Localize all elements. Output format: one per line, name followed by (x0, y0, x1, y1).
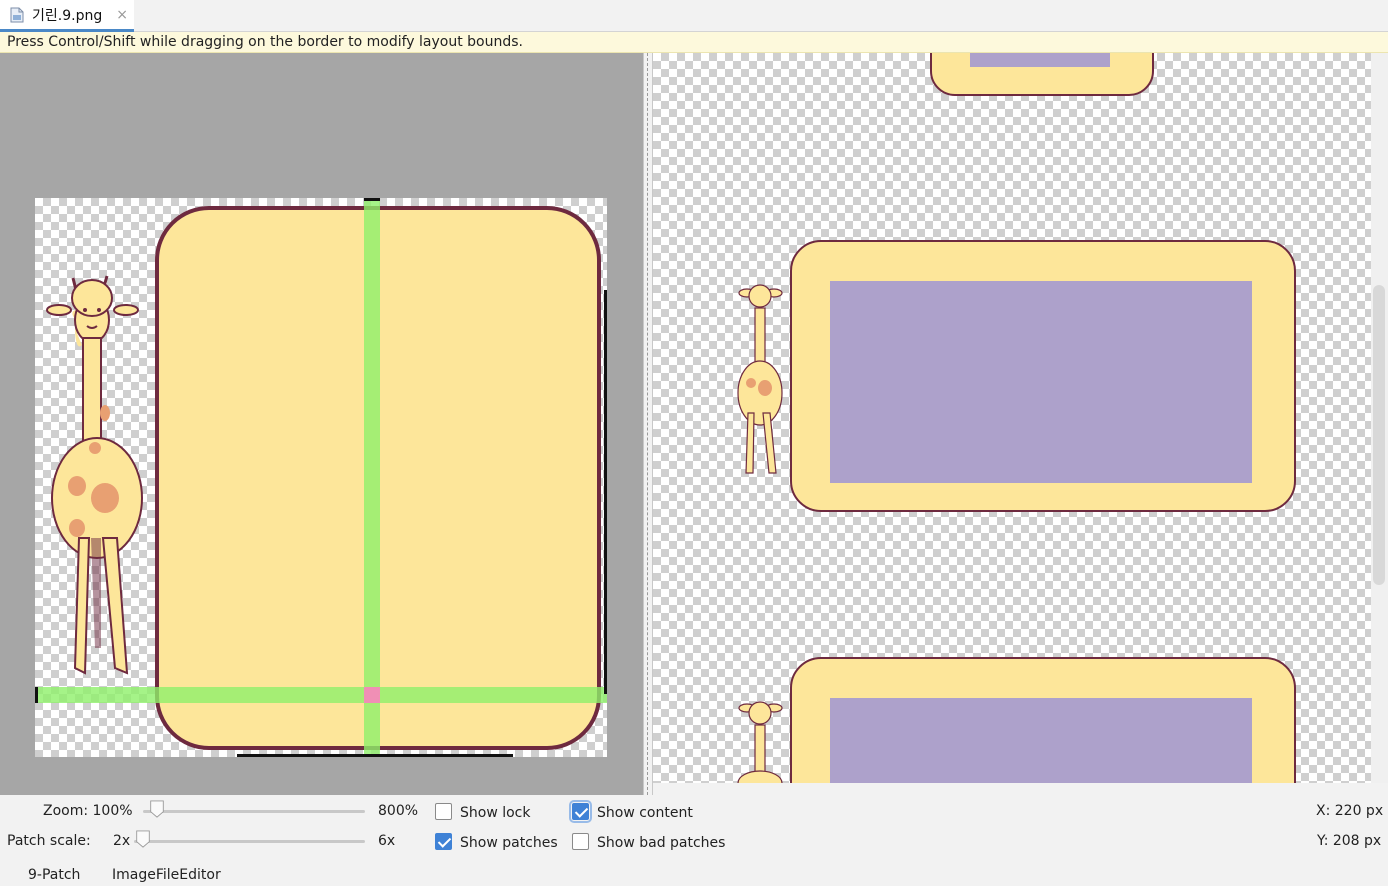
tab-title: 기린.9.png (32, 7, 103, 24)
patch-editor-pane[interactable] (0, 53, 643, 795)
preview-middle (737, 240, 1296, 512)
show-lock-checkbox[interactable] (435, 803, 452, 820)
tab-9-patch[interactable]: 9-Patch (28, 867, 80, 883)
horizontal-stretch-patch (35, 687, 607, 703)
preview-bottom (737, 657, 1296, 783)
top-marker (364, 198, 380, 201)
hint-banner: Press Control/Shift while dragging on th… (0, 32, 1388, 53)
giraffe-image (46, 275, 143, 675)
preview-top (930, 53, 1154, 96)
bottom-marker (237, 754, 513, 757)
patch-overlap (364, 687, 380, 703)
settings-toolbar: Zoom: 100% 800% Patch scale: 2x 6x Show … (0, 795, 1388, 886)
close-icon[interactable]: × (116, 7, 128, 23)
zoom-max-label: 800% (378, 803, 419, 819)
nine-patch-image[interactable] (35, 198, 607, 757)
zoom-slider-thumb[interactable] (148, 800, 166, 818)
file-icon (10, 7, 24, 22)
show-bad-patches-checkbox[interactable] (572, 833, 589, 850)
left-marker (35, 687, 38, 703)
image-canvas[interactable] (35, 198, 607, 757)
cursor-y-readout: Y: 208 px (1317, 833, 1382, 849)
show-content-checkbox[interactable] (569, 800, 592, 823)
tab-image-file-editor[interactable]: ImageFileEditor (112, 867, 221, 883)
show-patches-label[interactable]: Show patches (460, 835, 558, 851)
show-content-label[interactable]: Show content (597, 805, 693, 821)
preview-pane (653, 53, 1388, 783)
show-patches-checkbox[interactable] (435, 833, 452, 850)
patch-scale-label: Patch scale: (7, 833, 91, 849)
right-marker (604, 290, 607, 694)
editor-tab-bar: 기린.9.png × (0, 0, 1388, 32)
zoom-slider[interactable] (143, 810, 365, 813)
editor-tab[interactable]: 기린.9.png × (0, 0, 134, 32)
patch-scale-slider[interactable] (134, 840, 365, 843)
vertical-stretch-patch (364, 198, 380, 757)
show-bad-patches-label[interactable]: Show bad patches (597, 835, 725, 851)
patch-scale-max-label: 6x (378, 833, 396, 849)
zoom-label: Zoom: 100% (43, 803, 133, 819)
patch-scale-slider-thumb[interactable] (134, 830, 152, 848)
preview-scrollbar-thumb[interactable] (1373, 285, 1385, 585)
cursor-x-readout: X: 220 px (1316, 803, 1384, 819)
pane-splitter[interactable] (643, 53, 653, 795)
patch-scale-value: 2x (113, 833, 131, 849)
show-lock-label[interactable]: Show lock (460, 805, 531, 821)
preview-render (737, 53, 1296, 783)
